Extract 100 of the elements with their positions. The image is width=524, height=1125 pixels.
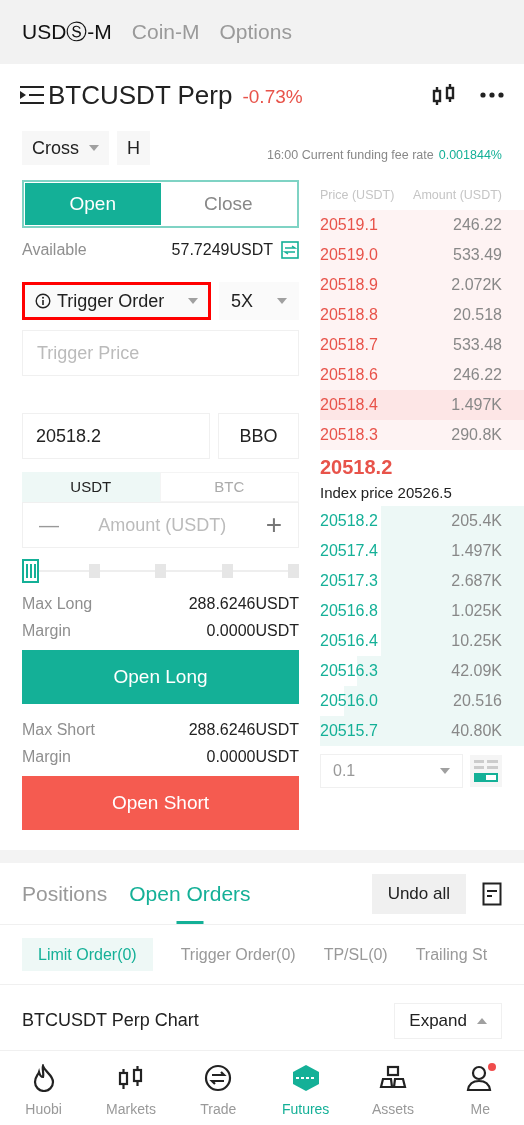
order-filter-tab[interactable]: TP/SL(0) bbox=[323, 938, 388, 971]
bid-amount: 10.25K bbox=[451, 631, 502, 651]
caret-icon bbox=[188, 298, 198, 304]
column-header: Amount (USDT) bbox=[413, 186, 502, 204]
ask-price[interactable]: 20518.4 bbox=[320, 393, 378, 417]
ask-amount: 290.8K bbox=[451, 425, 502, 445]
ask-amount: 533.49 bbox=[453, 245, 502, 265]
nav-item[interactable]: Trade bbox=[174, 1051, 262, 1125]
bid-amount: 1.025K bbox=[451, 601, 502, 621]
market-tab[interactable]: Options bbox=[219, 16, 292, 48]
layout-icon[interactable] bbox=[470, 755, 502, 787]
position-mode-button[interactable]: H bbox=[117, 131, 150, 165]
orders-tab[interactable]: Positions bbox=[22, 863, 108, 924]
stat-label: Max Long bbox=[22, 593, 93, 614]
menu-icon[interactable] bbox=[20, 85, 44, 105]
ask-price[interactable]: 20519.1 bbox=[320, 213, 378, 237]
info-icon bbox=[35, 293, 51, 309]
stat-label: Margin bbox=[22, 746, 71, 767]
candlestick-icon bbox=[118, 1064, 144, 1092]
stat-value: 288.6246USDT bbox=[188, 719, 299, 740]
stat-label: Margin bbox=[22, 620, 71, 641]
order-type-dropdown[interactable]: Trigger Order bbox=[22, 282, 211, 320]
nav-item[interactable]: Assets bbox=[349, 1051, 437, 1125]
bid-price[interactable]: 20517.3 bbox=[320, 569, 378, 593]
margin-mode-dropdown[interactable]: Cross bbox=[22, 131, 109, 165]
order-filter-tab[interactable]: Trailing St bbox=[415, 938, 488, 971]
column-header: Price (USDT) bbox=[320, 186, 395, 204]
trigger-price-field[interactable]: Trigger Price bbox=[22, 330, 299, 376]
caret-icon bbox=[477, 1017, 487, 1024]
available-value: 57.7249USDT bbox=[171, 240, 273, 260]
market-tab[interactable]: Coin-M bbox=[131, 16, 200, 48]
symbol-title[interactable]: BTCUSDT Perp bbox=[48, 75, 233, 115]
price-field[interactable]: 20518.2 bbox=[22, 413, 210, 459]
swap-icon bbox=[204, 1064, 233, 1092]
caret-icon bbox=[277, 298, 287, 304]
stat-value: 0.0000USDT bbox=[206, 620, 299, 641]
bid-price[interactable]: 20516.8 bbox=[320, 599, 378, 623]
undo-all-button[interactable]: Undo all bbox=[371, 873, 466, 914]
ask-price[interactable]: 20519.0 bbox=[320, 243, 378, 267]
order-filter-tab[interactable]: Trigger Order(0) bbox=[180, 938, 296, 971]
bid-price[interactable]: 20516.4 bbox=[320, 629, 378, 653]
stat-value: 0.0000USDT bbox=[206, 746, 299, 767]
side-tab[interactable]: Open bbox=[25, 183, 161, 225]
index-price: Index price 20526.5 bbox=[320, 483, 453, 503]
nav-item[interactable]: Me bbox=[436, 1051, 524, 1125]
transfer-icon[interactable] bbox=[281, 241, 299, 259]
bid-price[interactable]: 20517.4 bbox=[320, 539, 378, 563]
expand-button[interactable]: Expand bbox=[394, 1002, 502, 1039]
bid-amount: 40.80K bbox=[451, 721, 502, 741]
minus-button[interactable]: — bbox=[39, 510, 59, 540]
funding-label: 16:00 Current funding fee rate bbox=[266, 146, 434, 164]
stat-label: Max Short bbox=[22, 719, 95, 740]
plus-button[interactable]: + bbox=[265, 511, 282, 539]
open-short-button[interactable]: Open Short bbox=[22, 776, 299, 830]
bid-amount: 205.4K bbox=[451, 511, 502, 531]
orders-tab[interactable]: Open Orders bbox=[129, 863, 251, 924]
unit-tab[interactable]: BTC bbox=[159, 472, 299, 502]
price-change: -0.73% bbox=[242, 84, 303, 109]
nav-item[interactable]: Futures bbox=[262, 1051, 350, 1125]
bid-amount: 2.687K bbox=[451, 571, 502, 591]
caret-icon bbox=[440, 768, 450, 774]
bid-amount: 1.497K bbox=[451, 541, 502, 561]
unit-tab[interactable]: USDT bbox=[22, 472, 160, 502]
leverage-dropdown[interactable]: 5X bbox=[219, 282, 299, 320]
ask-price[interactable]: 20518.6 bbox=[320, 363, 378, 387]
bid-amount: 42.09K bbox=[451, 661, 502, 681]
bid-price[interactable]: 20515.7 bbox=[320, 719, 378, 743]
caret-icon bbox=[89, 145, 99, 151]
hexagon-icon bbox=[291, 1064, 320, 1092]
open-long-button[interactable]: Open Long bbox=[22, 650, 299, 704]
bid-price[interactable]: 20518.2 bbox=[320, 509, 378, 533]
ask-amount: 1.497K bbox=[451, 395, 502, 415]
funding-rate: 0.001844% bbox=[438, 146, 502, 164]
ask-amount: 246.22 bbox=[453, 215, 502, 235]
available-label: Available bbox=[22, 240, 87, 260]
amount-field[interactable]: — Amount (USDT) + bbox=[22, 502, 299, 548]
bid-amount: 20.516 bbox=[453, 691, 502, 711]
nav-item[interactable]: Huobi bbox=[0, 1051, 88, 1125]
chart-title: BTCUSDT Perp Chart bbox=[22, 1009, 200, 1032]
blocks-icon bbox=[378, 1065, 407, 1091]
ask-price[interactable]: 20518.8 bbox=[320, 303, 378, 327]
ask-price[interactable]: 20518.3 bbox=[320, 423, 378, 447]
bid-price[interactable]: 20516.0 bbox=[320, 689, 378, 713]
ask-amount: 533.48 bbox=[453, 335, 502, 355]
ask-amount: 20.518 bbox=[453, 305, 502, 325]
ask-amount: 246.22 bbox=[453, 365, 502, 385]
ask-price[interactable]: 20518.9 bbox=[320, 273, 378, 297]
bbo-button[interactable]: BBO bbox=[218, 413, 299, 459]
precision-dropdown[interactable]: 0.1 bbox=[320, 754, 463, 788]
market-tab[interactable]: USDⓈ-M bbox=[22, 16, 112, 48]
document-icon[interactable] bbox=[482, 881, 502, 906]
ask-amount: 2.072K bbox=[451, 275, 502, 295]
ask-price[interactable]: 20518.7 bbox=[320, 333, 378, 357]
bid-price[interactable]: 20516.3 bbox=[320, 659, 378, 683]
stat-value: 288.6246USDT bbox=[188, 593, 299, 614]
candlestick-icon[interactable] bbox=[432, 83, 456, 107]
nav-item[interactable]: Markets bbox=[87, 1051, 175, 1125]
order-filter-tab[interactable]: Limit Order(0) bbox=[22, 938, 153, 971]
more-icon[interactable] bbox=[480, 92, 504, 98]
last-price: 20518.2 bbox=[320, 455, 394, 480]
